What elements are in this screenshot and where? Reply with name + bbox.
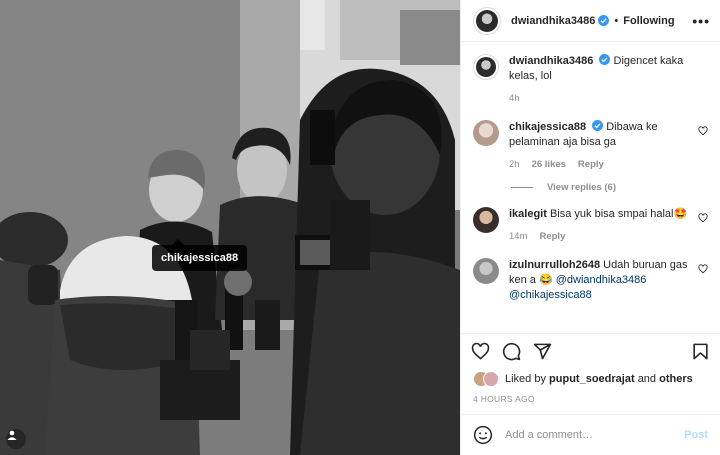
verified-badge-icon: [592, 120, 604, 131]
liked-by-user[interactable]: puput_soedrajat: [549, 373, 635, 385]
verified-badge-icon: [599, 54, 611, 65]
add-comment-input[interactable]: [505, 429, 673, 441]
commenter-avatar[interactable]: [473, 120, 499, 146]
comment-item: chikajessica88 Dibawa ke pelaminan aja b…: [473, 120, 708, 172]
comment-time[interactable]: 14m: [509, 229, 527, 244]
comment-time[interactable]: 2h: [509, 157, 520, 172]
person-icon: [7, 430, 17, 440]
post-comment-button[interactable]: Post: [684, 429, 708, 441]
mention-link[interactable]: @chikajessica88: [509, 289, 592, 301]
comment-username[interactable]: ikalegit: [509, 208, 547, 220]
view-replies-button[interactable]: View replies (6): [511, 182, 708, 193]
comment-bubble-icon[interactable]: [502, 342, 521, 361]
post-side-panel: dwiandhika3486 • Following ••• dwiandhik…: [460, 0, 720, 455]
liker-avatar: [483, 371, 499, 387]
author-avatar[interactable]: [473, 6, 501, 35]
post-caption: dwiandhika3486 Digencet kaka kelas, lol …: [473, 54, 708, 106]
header-separator: •: [614, 14, 619, 27]
photo-user-tag[interactable]: chikajessica88: [152, 239, 248, 271]
photo-scene: [0, 0, 460, 455]
bookmark-icon[interactable]: [691, 342, 710, 361]
following-button[interactable]: Following: [623, 15, 674, 27]
comments-list[interactable]: dwiandhika3486 Digencet kaka kelas, lol …: [461, 42, 720, 334]
like-heart-icon[interactable]: [471, 342, 490, 361]
caption-time[interactable]: 4h: [509, 91, 520, 106]
post-photo[interactable]: chikajessica88: [0, 0, 460, 455]
liker-avatars[interactable]: [473, 371, 499, 387]
reply-button[interactable]: Reply: [539, 229, 565, 244]
mention-link[interactable]: @dwiandhika3486: [556, 274, 647, 286]
verified-badge-icon: [598, 15, 610, 26]
liked-by-prefix: Liked by: [505, 373, 546, 385]
caption-body: dwiandhika3486 Digencet kaka kelas, lol …: [509, 54, 708, 106]
view-replies-label: View replies (6): [547, 182, 616, 193]
commenter-avatar[interactable]: [473, 258, 499, 284]
emoji-icon[interactable]: [473, 425, 493, 445]
more-options-button[interactable]: •••: [692, 13, 710, 29]
reply-button[interactable]: Reply: [578, 157, 604, 172]
likes-summary: Liked by puput_soedrajat and others: [461, 368, 720, 390]
comment-body: ikalegit Bisa yuk bisa smpai halal🤩 14m …: [509, 207, 708, 244]
heart-icon[interactable]: [698, 264, 708, 274]
tagged-users-button[interactable]: [6, 429, 26, 449]
post-header: dwiandhika3486 • Following •••: [461, 0, 720, 42]
action-bar: [461, 334, 720, 368]
comment-likes[interactable]: 26 likes: [532, 157, 566, 172]
comment-item: izulnurrulloh2648 Udah buruan gas ken a …: [473, 258, 708, 303]
caption-avatar[interactable]: [473, 54, 499, 80]
caption-username[interactable]: dwiandhika3486: [509, 55, 593, 67]
header-user-block: dwiandhika3486 • Following: [511, 15, 675, 27]
comment-body: izulnurrulloh2648 Udah buruan gas ken a …: [509, 258, 708, 303]
liked-by-and: and: [637, 373, 657, 385]
comment-username[interactable]: chikajessica88: [509, 121, 586, 133]
comment-username[interactable]: izulnurrulloh2648: [509, 259, 600, 271]
share-send-icon[interactable]: [533, 342, 552, 361]
author-username[interactable]: dwiandhika3486: [511, 15, 595, 27]
replies-divider: [511, 187, 533, 188]
comment-text: Bisa yuk bisa smpai halal🤩: [549, 208, 688, 220]
commenter-avatar[interactable]: [473, 207, 499, 233]
heart-icon[interactable]: [698, 126, 708, 136]
comment-item: ikalegit Bisa yuk bisa smpai halal🤩 14m …: [473, 207, 708, 244]
add-comment-bar: Post: [461, 415, 720, 455]
post-timestamp[interactable]: 4 HOURS AGO: [461, 390, 720, 415]
heart-icon[interactable]: [698, 213, 708, 223]
liked-by-others[interactable]: others: [659, 373, 693, 385]
instagram-post: chikajessica88 dwiandhika3486 • Followin…: [0, 0, 720, 455]
comment-body: chikajessica88 Dibawa ke pelaminan aja b…: [509, 120, 708, 172]
